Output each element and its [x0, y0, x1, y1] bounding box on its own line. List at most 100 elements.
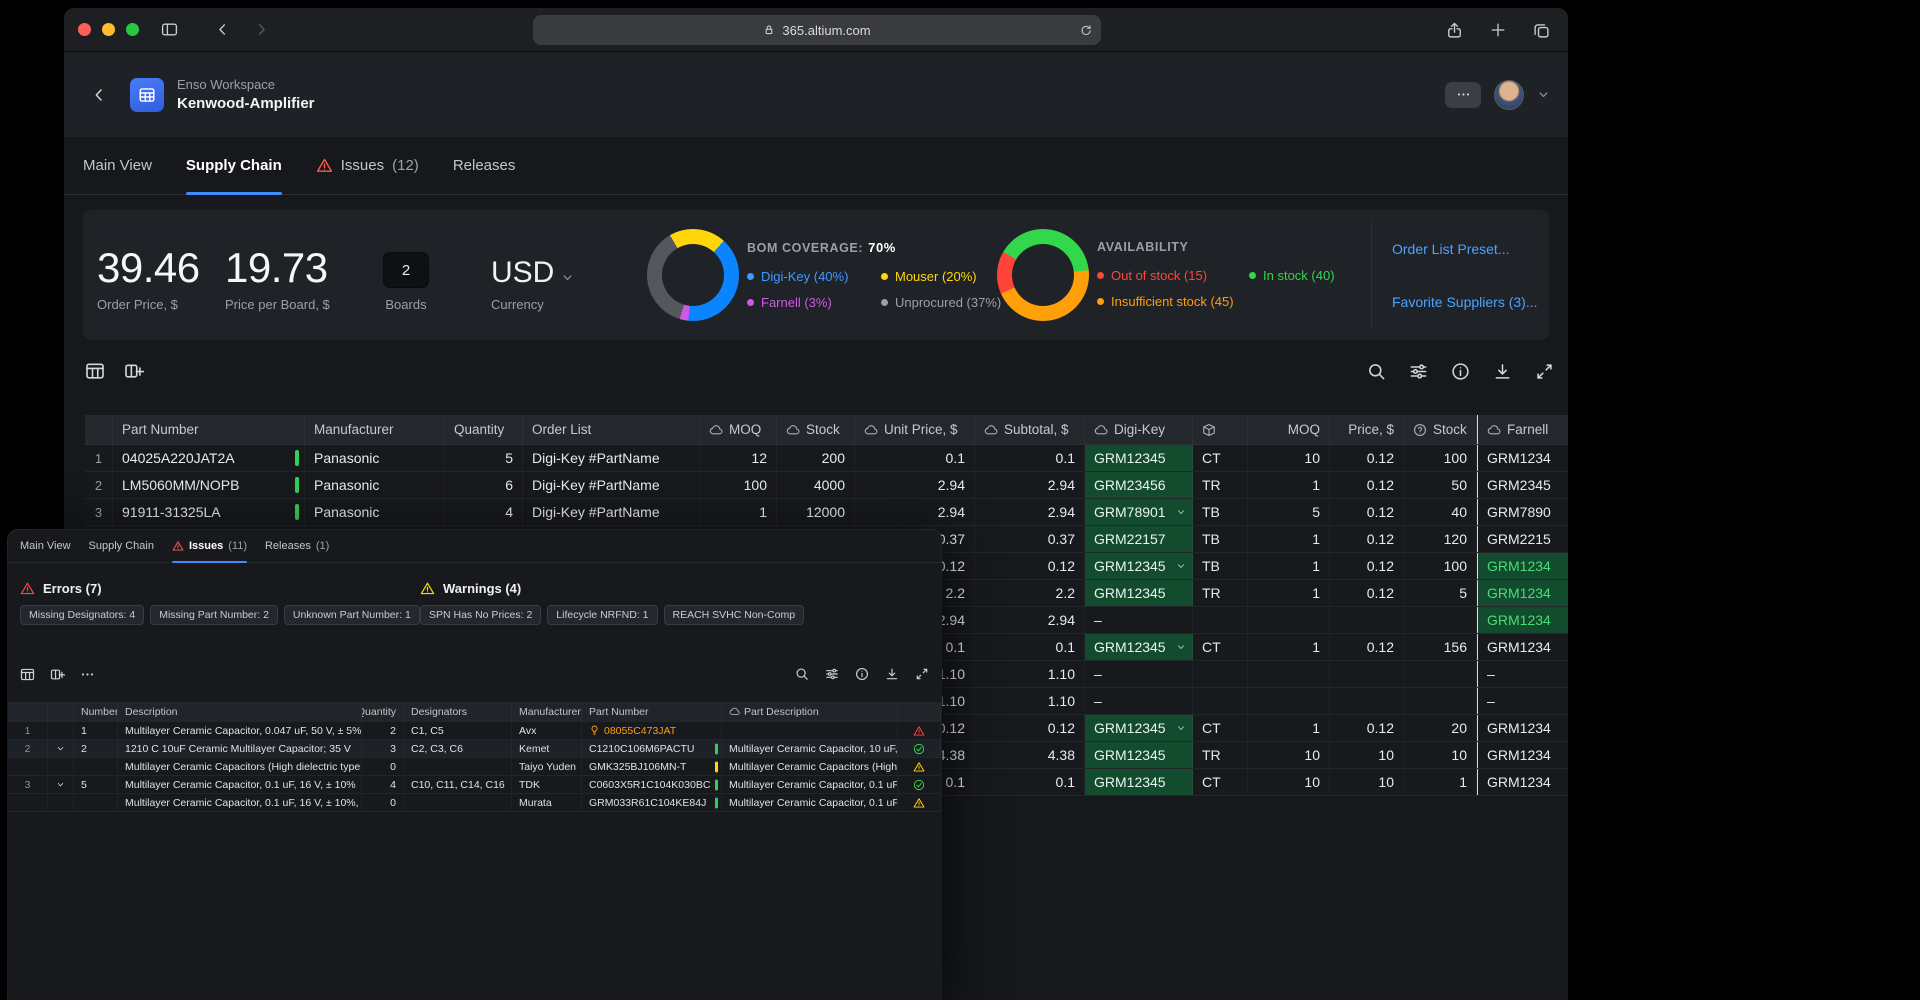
- issues-row[interactable]: Multilayer Ceramic Capacitors (High diel…: [8, 758, 941, 776]
- tab-issues[interactable]: Issues(12): [316, 137, 419, 194]
- column-header-blank[interactable]: [48, 702, 74, 721]
- column-header-designators[interactable]: Designators: [404, 702, 512, 721]
- legend-dot: [1249, 272, 1256, 279]
- column-header-part-number[interactable]: Part Number: [582, 702, 722, 721]
- tab-main-view[interactable]: Main View: [83, 137, 152, 194]
- order-list-preset-link[interactable]: Order List Preset...: [1392, 241, 1538, 257]
- add-row-icon[interactable]: [50, 667, 65, 682]
- ellipsis-icon[interactable]: [80, 667, 95, 682]
- bom-row[interactable]: 2LM5060MM/NOPBPanasonic6Digi-Key #PartNa…: [85, 472, 1568, 499]
- tabs-overview-icon[interactable]: [1533, 22, 1550, 39]
- column-header-digi-key[interactable]: Digi-Key: [1085, 415, 1193, 444]
- bom-row[interactable]: 104025A220JAT2APanasonic5Digi-Key #PartN…: [85, 445, 1568, 472]
- column-header-farnell[interactable]: Farnell: [1477, 415, 1568, 444]
- digikey-cell[interactable]: GRM78901: [1085, 499, 1193, 525]
- column-header-moq[interactable]: MOQ: [1248, 415, 1330, 444]
- search-icon[interactable]: [1367, 362, 1386, 381]
- app-back-icon[interactable]: [90, 86, 108, 104]
- filter-icon[interactable]: [825, 667, 839, 681]
- column-header-description[interactable]: Description: [118, 702, 362, 721]
- column-header-row-number[interactable]: [85, 415, 113, 444]
- download-icon[interactable]: [1493, 362, 1512, 381]
- expand-icon[interactable]: [1535, 362, 1554, 381]
- chevron-down-icon[interactable]: [1176, 723, 1186, 733]
- legend-dot: [1097, 272, 1104, 279]
- column-header-price[interactable]: Price, $: [1330, 415, 1404, 444]
- column-header-order-list[interactable]: Order List: [523, 415, 700, 444]
- chevron-down-icon[interactable]: [1176, 561, 1186, 571]
- column-header-blank[interactable]: [8, 702, 48, 721]
- issues-row[interactable]: 11Multilayer Ceramic Capacitor, 0.047 uF…: [8, 722, 941, 740]
- share-icon[interactable]: [1446, 22, 1463, 39]
- address-bar[interactable]: 365.altium.com: [533, 15, 1101, 45]
- issues-row[interactable]: Multilayer Ceramic Capacitor, 0.1 uF, 16…: [8, 794, 941, 812]
- tab-releases[interactable]: Releases: [453, 137, 516, 194]
- tab-issues[interactable]: Issues(11): [172, 530, 247, 562]
- columns-icon[interactable]: [85, 361, 105, 381]
- column-header-subtotal[interactable]: Subtotal, $: [975, 415, 1085, 444]
- refresh-icon[interactable]: [1079, 24, 1092, 37]
- tab-supply-chain[interactable]: Supply Chain: [89, 530, 154, 562]
- column-header-package[interactable]: [1193, 415, 1248, 444]
- column-header-stock[interactable]: Stock: [777, 415, 855, 444]
- digikey-cell[interactable]: GRM12345: [1085, 634, 1193, 660]
- issue-chip[interactable]: SPN Has No Prices: 2: [420, 605, 541, 625]
- back-icon[interactable]: [214, 21, 231, 38]
- issue-chip[interactable]: Unknown Part Number: 1: [284, 605, 420, 625]
- issue-chip[interactable]: Lifecycle NRFND: 1: [547, 605, 657, 625]
- column-header-stock[interactable]: Stock: [1404, 415, 1477, 444]
- info-icon[interactable]: [1451, 362, 1470, 381]
- column-header-quantity[interactable]: Quantity: [445, 415, 523, 444]
- boards-input[interactable]: 2: [383, 252, 429, 288]
- tab-releases[interactable]: Releases(1): [265, 530, 329, 562]
- currency-select[interactable]: USD: [491, 234, 574, 288]
- issue-chip[interactable]: Missing Designators: 4: [20, 605, 144, 625]
- tab-supply-chain[interactable]: Supply Chain: [186, 137, 282, 194]
- info-icon[interactable]: [855, 667, 869, 681]
- forward-icon[interactable]: [253, 21, 270, 38]
- issue-chip[interactable]: REACH SVHC Non-Comp: [664, 605, 805, 625]
- user-menu-chevron-icon[interactable]: [1537, 88, 1550, 101]
- bom-row[interactable]: 391911-31325LAPanasonic4Digi-Key #PartNa…: [85, 499, 1568, 526]
- column-header-unit-price[interactable]: Unit Price, $: [855, 415, 975, 444]
- expand-row-icon[interactable]: [56, 780, 65, 789]
- issue-chip[interactable]: Missing Part Number: 2: [150, 605, 278, 625]
- favorite-suppliers-link[interactable]: Favorite Suppliers (3)...: [1392, 294, 1538, 310]
- download-icon[interactable]: [885, 667, 899, 681]
- expand-row-icon[interactable]: [56, 744, 65, 753]
- column-header-manufacturer[interactable]: Manufacturer: [512, 702, 582, 721]
- filter-icon[interactable]: [1409, 362, 1428, 381]
- column-header-number[interactable]: Number: [74, 702, 118, 721]
- tab-main-view[interactable]: Main View: [20, 530, 71, 562]
- chevron-down-icon[interactable]: [1176, 642, 1186, 652]
- columns-icon[interactable]: [20, 667, 35, 682]
- zoom-button[interactable]: [126, 23, 139, 36]
- column-header-blank[interactable]: [898, 702, 941, 721]
- new-tab-icon[interactable]: [1490, 22, 1506, 38]
- column-header-moq[interactable]: MOQ: [700, 415, 777, 444]
- supplier-moq-cell: 1: [1248, 580, 1330, 606]
- column-header-part-number[interactable]: Part Number: [113, 415, 305, 444]
- column-header-part-description[interactable]: Part Description: [722, 702, 898, 721]
- legend-label: Mouser (20%): [895, 269, 977, 284]
- minimize-button[interactable]: [102, 23, 115, 36]
- close-button[interactable]: [78, 23, 91, 36]
- warnings-title: Warnings (4): [443, 581, 521, 596]
- expand-icon[interactable]: [915, 667, 929, 681]
- issues-row[interactable]: 35Multilayer Ceramic Capacitor, 0.1 uF, …: [8, 776, 941, 794]
- avatar[interactable]: [1494, 80, 1524, 110]
- expand-cell[interactable]: [48, 776, 74, 793]
- chevron-down-icon: [561, 271, 574, 284]
- column-header-manufacturer[interactable]: Manufacturer: [305, 415, 445, 444]
- digikey-cell[interactable]: GRM12345: [1085, 715, 1193, 741]
- search-icon[interactable]: [795, 667, 809, 681]
- digikey-cell[interactable]: GRM12345: [1085, 553, 1193, 579]
- column-header-quantity[interactable]: Quantity: [362, 702, 404, 721]
- add-row-icon[interactable]: [124, 361, 144, 381]
- warning-icon: [172, 540, 184, 552]
- sidebar-toggle-icon[interactable]: [161, 21, 178, 38]
- issues-row[interactable]: 221210 C 10uF Ceramic Multilayer Capacit…: [8, 740, 941, 758]
- chevron-down-icon[interactable]: [1176, 507, 1186, 517]
- expand-cell[interactable]: [48, 740, 74, 757]
- more-options-button[interactable]: [1445, 82, 1481, 108]
